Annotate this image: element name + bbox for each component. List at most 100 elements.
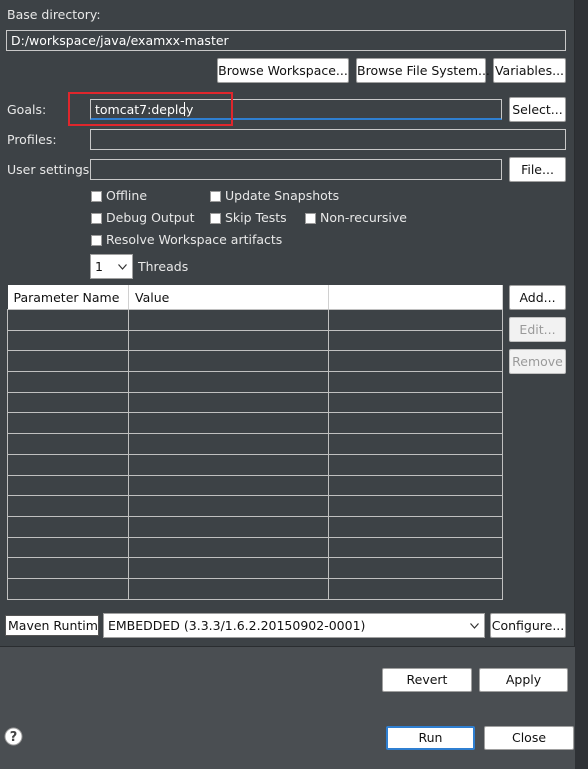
revert-button[interactable]: Revert	[382, 668, 472, 692]
table-cell[interactable]	[128, 577, 329, 600]
browse-file-system-button[interactable]: Browse File System...	[356, 58, 490, 83]
table-cell[interactable]	[128, 474, 329, 497]
table-cell[interactable]	[128, 536, 329, 559]
table-cell[interactable]	[328, 433, 503, 455]
table-cell[interactable]	[7, 536, 129, 559]
table-cell[interactable]	[7, 577, 129, 600]
resolve-workspace-checkbox[interactable]	[91, 235, 102, 246]
table-row[interactable]	[7, 453, 503, 476]
red-highlight-box	[68, 92, 233, 126]
user-settings-file-button[interactable]: File...	[509, 157, 566, 182]
table-cell[interactable]	[7, 474, 129, 497]
table-row[interactable]	[7, 577, 503, 600]
column-value[interactable]: Value	[128, 285, 329, 310]
apply-button[interactable]: Apply	[479, 668, 568, 692]
browse-workspace-button[interactable]: Browse Workspace...	[217, 58, 349, 83]
table-cell[interactable]	[128, 557, 329, 579]
close-button[interactable]: Close	[484, 726, 574, 750]
question-circle-icon[interactable]: ?	[4, 727, 23, 746]
update-snapshots-label: Update Snapshots	[225, 188, 340, 203]
window-edge	[575, 0, 588, 769]
table-cell[interactable]	[328, 391, 503, 414]
table-row[interactable]	[7, 557, 503, 579]
table-row[interactable]	[7, 371, 503, 393]
column-extra	[328, 285, 503, 310]
offline-checkbox[interactable]	[91, 191, 102, 202]
base-directory-label: Base directory:	[7, 7, 101, 22]
table-cell[interactable]	[128, 309, 329, 331]
table-cell[interactable]	[7, 371, 129, 393]
table-cell[interactable]	[7, 309, 129, 331]
table-cell[interactable]	[328, 453, 503, 476]
table-cell[interactable]	[128, 453, 329, 476]
configure-runtime-button[interactable]: Configure...	[490, 613, 566, 638]
table-cell[interactable]	[7, 412, 129, 435]
edit-parameter-button[interactable]: Edit...	[509, 317, 566, 342]
profiles-input[interactable]	[90, 129, 566, 150]
table-cell[interactable]	[7, 453, 129, 476]
table-row[interactable]	[7, 474, 503, 497]
table-cell[interactable]	[128, 329, 329, 352]
table-cell[interactable]	[328, 515, 503, 538]
table-cell[interactable]	[7, 515, 129, 538]
run-button[interactable]: Run	[386, 726, 475, 750]
table-cell[interactable]	[328, 495, 503, 517]
threads-dropdown[interactable]: 1	[90, 254, 133, 279]
goals-select-button[interactable]: Select...	[509, 97, 566, 122]
table-row[interactable]	[7, 309, 503, 331]
table-cell[interactable]	[328, 557, 503, 579]
table-cell[interactable]	[328, 371, 503, 393]
table-cell[interactable]	[7, 350, 129, 373]
table-cell[interactable]	[128, 515, 329, 538]
table-row[interactable]	[7, 536, 503, 559]
table-row[interactable]	[7, 515, 503, 538]
table-cell[interactable]	[7, 329, 129, 352]
table-header-row: Parameter Name Value	[7, 285, 503, 310]
table-cell[interactable]	[328, 329, 503, 352]
table-cell[interactable]	[328, 350, 503, 373]
user-settings-input[interactable]	[90, 159, 502, 180]
table-cell[interactable]	[328, 309, 503, 331]
table-row[interactable]	[7, 433, 503, 455]
table-body	[7, 309, 503, 600]
svg-text:?: ?	[10, 730, 18, 745]
table-cell[interactable]	[128, 412, 329, 435]
update-snapshots-checkbox[interactable]	[210, 191, 221, 202]
table-row[interactable]	[7, 495, 503, 517]
profiles-label: Profiles:	[7, 132, 57, 147]
table-cell[interactable]	[128, 495, 329, 517]
skip-tests-checkbox[interactable]	[210, 213, 221, 224]
offline-label: Offline	[106, 188, 148, 203]
table-cell[interactable]	[328, 536, 503, 559]
table-cell[interactable]	[7, 495, 129, 517]
table-cell[interactable]	[128, 391, 329, 414]
table-cell[interactable]	[328, 474, 503, 497]
variables-button[interactable]: Variables...	[493, 58, 566, 83]
table-cell[interactable]	[128, 350, 329, 373]
skip-tests-label: Skip Tests	[225, 210, 287, 225]
remove-parameter-button[interactable]: Remove	[509, 349, 566, 374]
table-row[interactable]	[7, 391, 503, 414]
non-recursive-checkbox[interactable]	[305, 213, 316, 224]
threads-value: 1	[95, 259, 103, 274]
threads-label: Threads	[138, 259, 189, 274]
column-parameter-name[interactable]: Parameter Name	[7, 285, 129, 310]
table-row[interactable]	[7, 329, 503, 352]
table-cell[interactable]	[328, 412, 503, 435]
table-cell[interactable]	[7, 391, 129, 414]
table-cell[interactable]	[128, 433, 329, 455]
debug-output-checkbox[interactable]	[91, 213, 102, 224]
goals-label: Goals:	[7, 102, 47, 117]
table-cell[interactable]	[7, 557, 129, 579]
table-cell[interactable]	[128, 371, 329, 393]
chevron-down-icon	[118, 264, 127, 270]
add-parameter-button[interactable]: Add...	[509, 285, 566, 310]
table-cell[interactable]	[7, 433, 129, 455]
table-cell[interactable]	[328, 577, 503, 600]
table-row[interactable]	[7, 412, 503, 435]
table-row[interactable]	[7, 350, 503, 373]
debug-output-label: Debug Output	[106, 210, 195, 225]
maven-runtime-dropdown[interactable]: EMBEDDED (3.3.3/1.6.2.20150902-0001)	[103, 613, 485, 638]
base-directory-field[interactable]: D:/workspace/java/examxx-master	[6, 30, 566, 51]
parameters-table: Parameter Name Value	[7, 285, 503, 600]
